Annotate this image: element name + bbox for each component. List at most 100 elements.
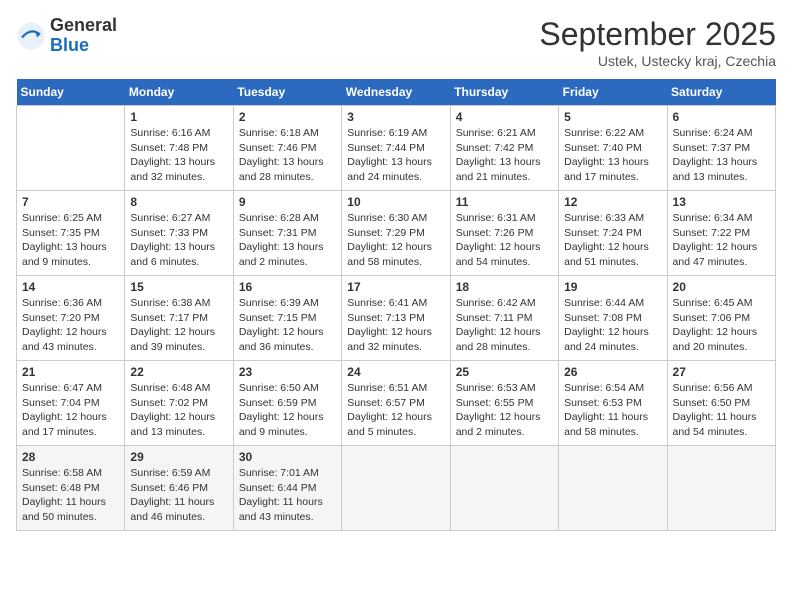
day-number: 5 <box>564 110 661 124</box>
day-info: Sunrise: 6:25 AM Sunset: 7:35 PM Dayligh… <box>22 211 119 270</box>
day-number: 14 <box>22 280 119 294</box>
day-info: Sunrise: 6:47 AM Sunset: 7:04 PM Dayligh… <box>22 381 119 440</box>
day-number: 11 <box>456 195 553 209</box>
day-number: 4 <box>456 110 553 124</box>
logo-blue-text: Blue <box>50 36 117 56</box>
calendar-cell <box>667 446 775 531</box>
day-info: Sunrise: 6:27 AM Sunset: 7:33 PM Dayligh… <box>130 211 227 270</box>
day-info: Sunrise: 6:16 AM Sunset: 7:48 PM Dayligh… <box>130 126 227 185</box>
day-number: 6 <box>673 110 770 124</box>
calendar-cell: 7 Sunrise: 6:25 AM Sunset: 7:35 PM Daylig… <box>17 191 125 276</box>
calendar-cell: 19Sunrise: 6:44 AM Sunset: 7:08 PM Dayli… <box>559 276 667 361</box>
calendar-cell: 13Sunrise: 6:34 AM Sunset: 7:22 PM Dayli… <box>667 191 775 276</box>
calendar-cell: 16 Sunrise: 6:39 AM Sunset: 7:15 PM Dayli… <box>233 276 341 361</box>
logo-general-text: General <box>50 16 117 36</box>
day-info: Sunrise: 6:38 AM Sunset: 7:17 PM Dayligh… <box>130 296 227 355</box>
calendar-week-row-3: 14 Sunrise: 6:36 AM Sunset: 7:20 PM Dayli… <box>17 276 776 361</box>
day-number: 27 <box>673 365 770 379</box>
page-header: General Blue September 2025 Ustek, Ustec… <box>16 16 776 69</box>
logo-text: General Blue <box>50 16 117 56</box>
calendar-week-row-1: 1 Sunrise: 6:16 AM Sunset: 7:48 PM Daylig… <box>17 106 776 191</box>
day-number: 19 <box>564 280 661 294</box>
calendar-header-tuesday: Tuesday <box>233 79 341 106</box>
day-info: Sunrise: 6:36 AM Sunset: 7:20 PM Dayligh… <box>22 296 119 355</box>
day-info: Sunrise: 6:22 AM Sunset: 7:40 PM Dayligh… <box>564 126 661 185</box>
day-info: Sunrise: 6:31 AM Sunset: 7:26 PM Dayligh… <box>456 211 553 270</box>
day-number: 1 <box>130 110 227 124</box>
calendar-cell: 8 Sunrise: 6:27 AM Sunset: 7:33 PM Daylig… <box>125 191 233 276</box>
calendar-header-friday: Friday <box>559 79 667 106</box>
calendar-table: SundayMondayTuesdayWednesdayThursdayFrid… <box>16 79 776 531</box>
day-info: Sunrise: 6:54 AM Sunset: 6:53 PM Dayligh… <box>564 381 661 440</box>
calendar-cell: 18Sunrise: 6:42 AM Sunset: 7:11 PM Dayli… <box>450 276 558 361</box>
calendar-cell: 15 Sunrise: 6:38 AM Sunset: 7:17 PM Dayli… <box>125 276 233 361</box>
calendar-header-wednesday: Wednesday <box>342 79 450 106</box>
day-info: Sunrise: 6:48 AM Sunset: 7:02 PM Dayligh… <box>130 381 227 440</box>
day-info: Sunrise: 6:58 AM Sunset: 6:48 PM Dayligh… <box>22 466 119 525</box>
calendar-cell: 14 Sunrise: 6:36 AM Sunset: 7:20 PM Dayli… <box>17 276 125 361</box>
day-number: 30 <box>239 450 336 464</box>
calendar-cell: 5 Sunrise: 6:22 AM Sunset: 7:40 PM Daylig… <box>559 106 667 191</box>
day-info: Sunrise: 6:56 AM Sunset: 6:50 PM Dayligh… <box>673 381 770 440</box>
month-title: September 2025 <box>539 16 776 53</box>
location-text: Ustek, Ustecky kraj, Czechia <box>539 53 776 69</box>
calendar-cell: 28 Sunrise: 6:58 AM Sunset: 6:48 PM Dayli… <box>17 446 125 531</box>
day-number: 9 <box>239 195 336 209</box>
day-info: Sunrise: 6:39 AM Sunset: 7:15 PM Dayligh… <box>239 296 336 355</box>
day-number: 7 <box>22 195 119 209</box>
calendar-cell <box>342 446 450 531</box>
calendar-cell: 3Sunrise: 6:19 AM Sunset: 7:44 PM Daylig… <box>342 106 450 191</box>
day-number: 13 <box>673 195 770 209</box>
calendar-cell: 30 Sunrise: 7:01 AM Sunset: 6:44 PM Dayli… <box>233 446 341 531</box>
day-number: 22 <box>130 365 227 379</box>
day-number: 12 <box>564 195 661 209</box>
day-number: 23 <box>239 365 336 379</box>
day-number: 21 <box>22 365 119 379</box>
day-info: Sunrise: 6:33 AM Sunset: 7:24 PM Dayligh… <box>564 211 661 270</box>
calendar-cell: 24 Sunrise: 6:51 AM Sunset: 6:57 PM Dayli… <box>342 361 450 446</box>
day-info: Sunrise: 7:01 AM Sunset: 6:44 PM Dayligh… <box>239 466 336 525</box>
day-info: Sunrise: 6:21 AM Sunset: 7:42 PM Dayligh… <box>456 126 553 185</box>
calendar-cell: 27 Sunrise: 6:56 AM Sunset: 6:50 PM Dayli… <box>667 361 775 446</box>
day-number: 24 <box>347 365 444 379</box>
calendar-cell: 10 Sunrise: 6:30 AM Sunset: 7:29 PM Dayli… <box>342 191 450 276</box>
day-info: Sunrise: 6:28 AM Sunset: 7:31 PM Dayligh… <box>239 211 336 270</box>
day-number: 17 <box>347 280 444 294</box>
day-number: 8 <box>130 195 227 209</box>
calendar-week-row-4: 21 Sunrise: 6:47 AM Sunset: 7:04 PM Dayli… <box>17 361 776 446</box>
day-number: 10 <box>347 195 444 209</box>
calendar-cell: 12 Sunrise: 6:33 AM Sunset: 7:24 PM Dayli… <box>559 191 667 276</box>
calendar-cell: 20Sunrise: 6:45 AM Sunset: 7:06 PM Dayli… <box>667 276 775 361</box>
calendar-cell: 6 Sunrise: 6:24 AM Sunset: 7:37 PM Daylig… <box>667 106 775 191</box>
day-number: 29 <box>130 450 227 464</box>
day-number: 16 <box>239 280 336 294</box>
day-number: 15 <box>130 280 227 294</box>
calendar-cell: 26 Sunrise: 6:54 AM Sunset: 6:53 PM Dayli… <box>559 361 667 446</box>
day-number: 20 <box>673 280 770 294</box>
day-info: Sunrise: 6:42 AM Sunset: 7:11 PM Dayligh… <box>456 296 553 355</box>
day-number: 28 <box>22 450 119 464</box>
calendar-cell: 11 Sunrise: 6:31 AM Sunset: 7:26 PM Dayli… <box>450 191 558 276</box>
calendar-cell: 1 Sunrise: 6:16 AM Sunset: 7:48 PM Daylig… <box>125 106 233 191</box>
day-info: Sunrise: 6:50 AM Sunset: 6:59 PM Dayligh… <box>239 381 336 440</box>
day-info: Sunrise: 6:53 AM Sunset: 6:55 PM Dayligh… <box>456 381 553 440</box>
calendar-cell <box>17 106 125 191</box>
calendar-cell: 25Sunrise: 6:53 AM Sunset: 6:55 PM Dayli… <box>450 361 558 446</box>
calendar-header-monday: Monday <box>125 79 233 106</box>
calendar-cell <box>559 446 667 531</box>
calendar-cell: 4 Sunrise: 6:21 AM Sunset: 7:42 PM Daylig… <box>450 106 558 191</box>
day-number: 26 <box>564 365 661 379</box>
logo: General Blue <box>16 16 117 56</box>
calendar-cell: 22 Sunrise: 6:48 AM Sunset: 7:02 PM Dayli… <box>125 361 233 446</box>
day-info: Sunrise: 6:59 AM Sunset: 6:46 PM Dayligh… <box>130 466 227 525</box>
calendar-header-row: SundayMondayTuesdayWednesdayThursdayFrid… <box>17 79 776 106</box>
calendar-header-sunday: Sunday <box>17 79 125 106</box>
day-info: Sunrise: 6:30 AM Sunset: 7:29 PM Dayligh… <box>347 211 444 270</box>
calendar-cell <box>450 446 558 531</box>
day-info: Sunrise: 6:24 AM Sunset: 7:37 PM Dayligh… <box>673 126 770 185</box>
day-info: Sunrise: 6:51 AM Sunset: 6:57 PM Dayligh… <box>347 381 444 440</box>
calendar-header-thursday: Thursday <box>450 79 558 106</box>
day-info: Sunrise: 6:19 AM Sunset: 7:44 PM Dayligh… <box>347 126 444 185</box>
day-info: Sunrise: 6:41 AM Sunset: 7:13 PM Dayligh… <box>347 296 444 355</box>
calendar-cell: 9 Sunrise: 6:28 AM Sunset: 7:31 PM Daylig… <box>233 191 341 276</box>
